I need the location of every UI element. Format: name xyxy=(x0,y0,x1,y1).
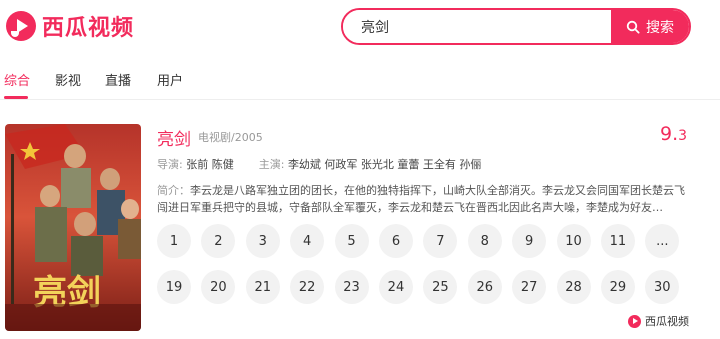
watermark-label: 西瓜视频 xyxy=(645,315,689,328)
result-score: 9.3 xyxy=(660,123,687,145)
synopsis-label: 简介： xyxy=(157,184,190,197)
brand-name: 西瓜视频 xyxy=(42,16,135,41)
xigua-logo-icon xyxy=(6,11,36,41)
search-bar: 搜索 xyxy=(341,8,691,45)
director-label: 导演: xyxy=(157,158,183,171)
search-button[interactable]: 搜索 xyxy=(611,10,689,43)
credits: 导演: 张前 陈健 主演: 李幼斌 何政军 张光北 童蕾 王全有 孙俪 xyxy=(157,156,481,172)
tab-film-tv[interactable]: 影视 xyxy=(55,70,81,89)
episode-button[interactable]: 9 xyxy=(512,224,547,258)
episode-button[interactable]: 30 xyxy=(645,270,680,304)
episode-button[interactable]: 5 xyxy=(334,224,369,258)
episode-button[interactable]: 8 xyxy=(467,224,502,258)
more-episodes-button[interactable]: ... xyxy=(645,224,680,258)
episode-button[interactable]: 3 xyxy=(245,224,280,258)
episode-button[interactable]: 27 xyxy=(512,270,547,304)
result-meta: 电视剧/2005 xyxy=(198,131,263,144)
episode-button[interactable]: 26 xyxy=(467,270,502,304)
episode-button[interactable]: 28 xyxy=(556,270,591,304)
episode-button[interactable]: 2 xyxy=(201,224,236,258)
episode-button[interactable]: 7 xyxy=(423,224,458,258)
episode-button[interactable]: 10 xyxy=(556,224,591,258)
episode-button[interactable]: 21 xyxy=(245,270,280,304)
search-icon xyxy=(626,20,640,34)
poster-image[interactable]: 亮剑 xyxy=(5,124,141,331)
poster-artwork: 亮剑 xyxy=(5,124,141,331)
episode-button[interactable]: 22 xyxy=(290,270,325,304)
synopsis: 简介：李云龙是八路军独立团的团长，在他的独特指挥下，山崎大队全部消灭。李云龙又会… xyxy=(157,182,685,216)
result-tabs: 综合 影视 直播 用户 xyxy=(0,62,720,100)
episode-button[interactable]: 11 xyxy=(600,224,635,258)
tab-all[interactable]: 综合 xyxy=(4,70,30,89)
episode-button[interactable]: 6 xyxy=(378,224,413,258)
tab-live[interactable]: 直播 xyxy=(105,70,131,89)
brand-logo[interactable]: 西瓜视频 xyxy=(6,10,134,42)
header: 西瓜视频 搜索 xyxy=(0,0,720,56)
score-integer: 9. xyxy=(660,123,679,145)
episode-button[interactable]: 1 xyxy=(157,224,191,258)
search-input[interactable] xyxy=(343,10,611,43)
directors: 张前 陈健 xyxy=(186,158,234,171)
episode-button[interactable]: 25 xyxy=(423,270,458,304)
result-title[interactable]: 亮剑 xyxy=(157,125,191,150)
score-decimal: 3 xyxy=(678,128,688,144)
episode-grid: 1 2 3 4 5 6 7 8 9 10 11 ... 19 20 21 22 … xyxy=(157,224,687,304)
episode-button[interactable]: 4 xyxy=(290,224,325,258)
xigua-watermark-icon xyxy=(628,314,641,328)
episode-button[interactable]: 29 xyxy=(600,270,635,304)
watermark: 西瓜视频 xyxy=(628,313,689,329)
cast: 李幼斌 何政军 张光北 童蕾 王全有 孙俪 xyxy=(287,158,482,171)
episode-button[interactable]: 19 xyxy=(157,270,191,304)
search-button-label: 搜索 xyxy=(646,19,674,36)
episode-button[interactable]: 20 xyxy=(201,270,236,304)
tab-users[interactable]: 用户 xyxy=(157,70,183,89)
synopsis-text: 李云龙是八路军独立团的团长，在他的独特指挥下，山崎大队全部消灭。李云龙又会同国军… xyxy=(157,184,685,214)
episode-button[interactable]: 23 xyxy=(334,270,369,304)
episode-button[interactable]: 24 xyxy=(378,270,413,304)
cast-label: 主演: xyxy=(258,158,285,171)
active-tab-indicator xyxy=(4,96,28,99)
